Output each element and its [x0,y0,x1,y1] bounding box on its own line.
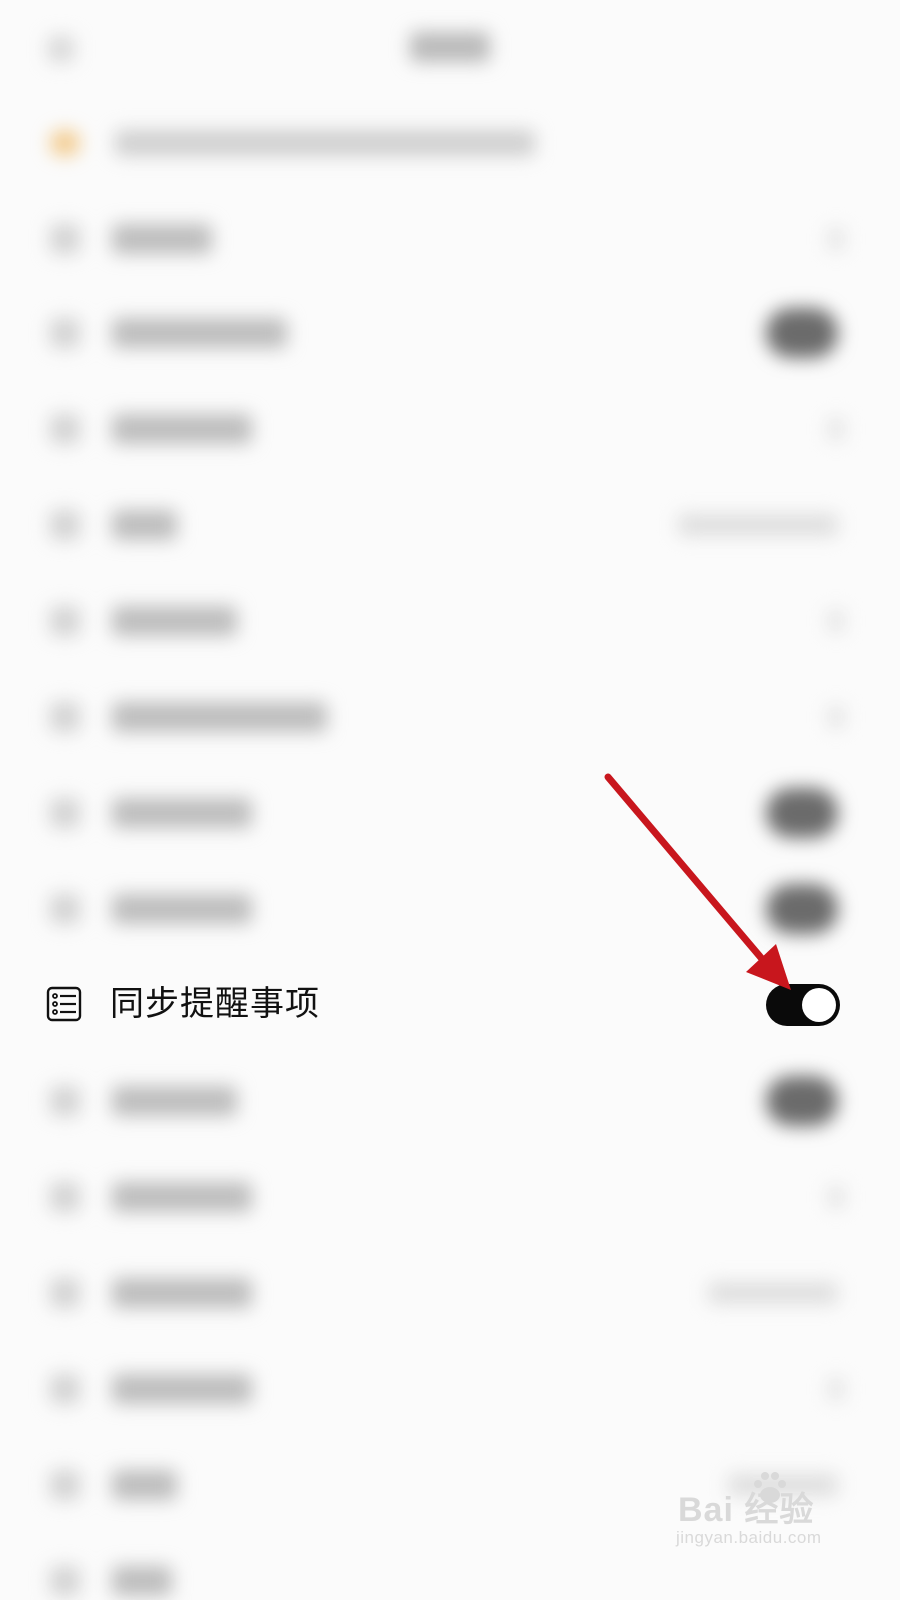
reminder-list-icon [46,986,82,1022]
chevron-right-icon [828,1186,844,1208]
settings-row[interactable] [0,764,900,862]
row-icon [50,1566,80,1596]
row-label [112,606,237,636]
row-label [112,798,252,828]
row-label [112,510,177,540]
nav-bar [0,0,900,100]
row-value [708,1282,838,1304]
paw-icon [754,1472,786,1503]
row-label [112,1566,172,1596]
row-icon [50,894,80,924]
row-label [112,1374,252,1404]
row-value [678,514,838,536]
row-icon [50,798,80,828]
chevron-right-icon [828,706,844,728]
row-label [112,1278,252,1308]
settings-row[interactable] [0,284,900,382]
baidu-jingyan-watermark: Bai 经验 jingyan.baidu.com [674,1468,844,1558]
banner-icon [50,130,80,156]
chevron-right-icon [828,418,844,440]
sync-reminders-toggle[interactable] [766,984,840,1026]
watermark-brand: Bai 经验 [678,1491,815,1529]
row-label [112,1086,237,1116]
banner-text [115,130,535,156]
watermark-site: jingyan.baidu.com [676,1528,822,1547]
row-label [112,414,252,444]
row-icon [50,606,80,636]
row-icon [50,1374,80,1404]
row-icon [50,1470,80,1500]
row-icon [50,702,80,732]
blurred-settings-list [0,0,900,1600]
settings-row[interactable] [0,860,900,958]
row-label [112,1182,252,1212]
settings-row[interactable] [0,1340,900,1438]
chevron-right-icon [828,228,844,250]
chevron-right-icon [828,1378,844,1400]
settings-row[interactable] [0,668,900,766]
back-icon[interactable] [48,36,74,62]
row-icon [50,414,80,444]
settings-row[interactable] [0,476,900,574]
settings-row[interactable] [0,1244,900,1342]
row-icon [50,224,80,254]
row-icon [50,510,80,540]
settings-row[interactable] [0,190,900,288]
row-label [112,318,287,348]
row-label [112,894,252,924]
account-banner[interactable] [40,118,540,168]
row-icon [50,1278,80,1308]
row-label [112,1470,177,1500]
sync-reminders-label: 同步提醒事项 [110,984,320,1024]
row-icon [50,318,80,348]
toggle-switch[interactable] [766,1076,838,1126]
toggle-switch[interactable] [766,884,838,934]
settings-row[interactable] [0,572,900,670]
toggle-knob [802,988,836,1022]
row-icon [50,1086,80,1116]
row-label [112,224,212,254]
row-label [112,702,327,732]
toggle-switch[interactable] [766,788,838,838]
settings-row[interactable] [0,1052,900,1150]
page-title [410,32,490,62]
toggle-switch[interactable] [766,308,838,358]
row-icon [50,1182,80,1212]
chevron-right-icon [828,610,844,632]
settings-row[interactable] [0,1148,900,1246]
settings-row[interactable] [0,380,900,478]
sync-reminders-row[interactable]: 同步提醒事项 [0,956,900,1052]
